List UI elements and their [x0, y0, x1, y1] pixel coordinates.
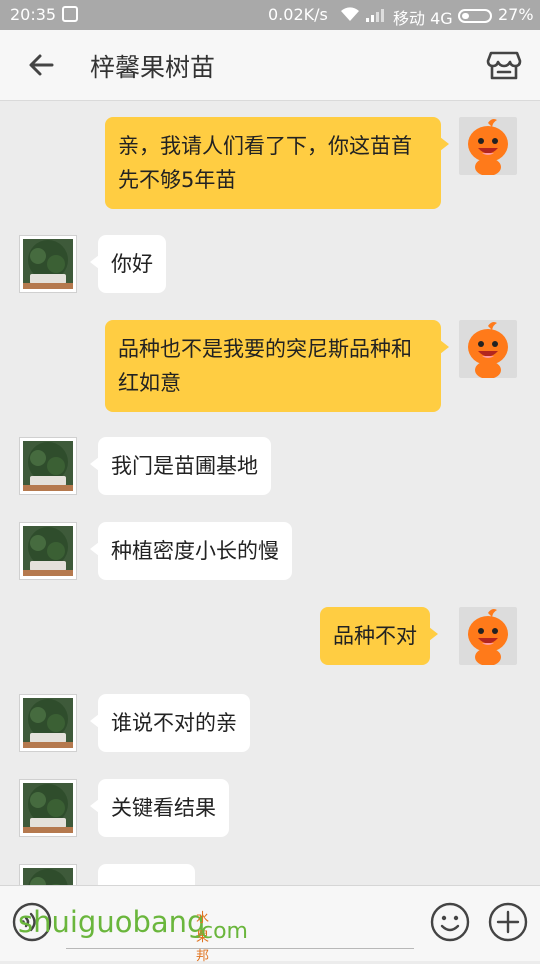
message-bubble-received[interactable]: 你好 — [90, 235, 166, 293]
orange-mascot-avatar[interactable] — [459, 117, 517, 175]
message-row: 关键看结果 — [0, 779, 540, 839]
status-bar: 20:35 0.02K/s 移动 4G 27% — [0, 0, 540, 30]
orange-mascot-avatar[interactable] — [459, 607, 517, 665]
emoji-icon[interactable] — [430, 902, 470, 942]
shop-tree-avatar[interactable] — [19, 864, 77, 885]
message-text: 谁说不对的亲 — [111, 711, 237, 735]
message-input[interactable] — [66, 904, 414, 949]
notification-icon — [62, 6, 78, 22]
message-bubble-received[interactable]: 种植密度小长的慢 — [90, 522, 292, 580]
message-row: 你好 — [0, 235, 540, 295]
input-bar — [0, 885, 540, 961]
message-row: 品种不对 — [0, 607, 540, 669]
message-row: 我门是苗圃基地 — [0, 437, 540, 497]
message-row — [0, 864, 540, 885]
message-bubble-received[interactable]: 谁说不对的亲 — [90, 694, 250, 752]
message-text: 品种不对 — [333, 624, 417, 648]
message-text: 种植密度小长的慢 — [111, 539, 279, 563]
message-text: 亲，我请人们看了下，你这苗首先不够5年苗 — [118, 134, 412, 192]
shop-tree-avatar[interactable] — [19, 694, 77, 752]
shop-tree-avatar[interactable] — [19, 779, 77, 837]
message-text: 我门是苗圃基地 — [111, 454, 258, 478]
message-text: 关键看结果 — [111, 796, 216, 820]
shop-tree-avatar[interactable] — [19, 437, 77, 495]
message-bubble-sent[interactable]: 亲，我请人们看了下，你这苗首先不够5年苗 — [105, 117, 449, 209]
message-bubble-received[interactable] — [90, 864, 195, 885]
message-row: 谁说不对的亲 — [0, 694, 540, 754]
message-row: 种植密度小长的慢 — [0, 522, 540, 582]
shop-tree-avatar[interactable] — [19, 522, 77, 580]
signal-icon — [366, 9, 384, 22]
store-icon[interactable] — [484, 47, 524, 83]
message-bubble-received[interactable]: 我门是苗圃基地 — [90, 437, 271, 495]
message-bubble-sent[interactable]: 品种也不是我要的突尼斯品种和红如意 — [105, 320, 449, 412]
wifi-icon — [341, 7, 359, 21]
status-time: 20:35 — [10, 5, 57, 24]
message-bubble-received[interactable]: 关键看结果 — [90, 779, 229, 837]
message-row: 品种也不是我要的突尼斯品种和红如意 — [0, 320, 540, 416]
arrow-left-icon[interactable] — [22, 47, 62, 83]
plus-icon[interactable] — [488, 902, 528, 942]
message-row: 亲，我请人们看了下，你这苗首先不够5年苗 — [0, 117, 540, 213]
battery-percent: 27% — [498, 5, 534, 24]
message-bubble-sent[interactable]: 品种不对 — [320, 607, 438, 665]
battery-icon — [458, 9, 492, 23]
shop-tree-avatar[interactable] — [19, 235, 77, 293]
message-text: 你好 — [111, 252, 153, 276]
voice-icon[interactable] — [12, 902, 52, 942]
orange-mascot-avatar[interactable] — [459, 320, 517, 378]
message-text: 品种也不是我要的突尼斯品种和红如意 — [118, 337, 412, 395]
battery-fill — [462, 13, 469, 19]
carrier-label: 移动 4G — [393, 9, 453, 28]
message-list[interactable]: 亲，我请人们看了下，你这苗首先不够5年苗 你好 品种也不是我要的突尼斯品种和红如… — [0, 101, 540, 885]
chat-title: 梓馨果树苗 — [90, 53, 216, 82]
network-speed: 0.02K/s — [268, 5, 328, 24]
chat-header: 梓馨果树苗 — [0, 30, 540, 101]
